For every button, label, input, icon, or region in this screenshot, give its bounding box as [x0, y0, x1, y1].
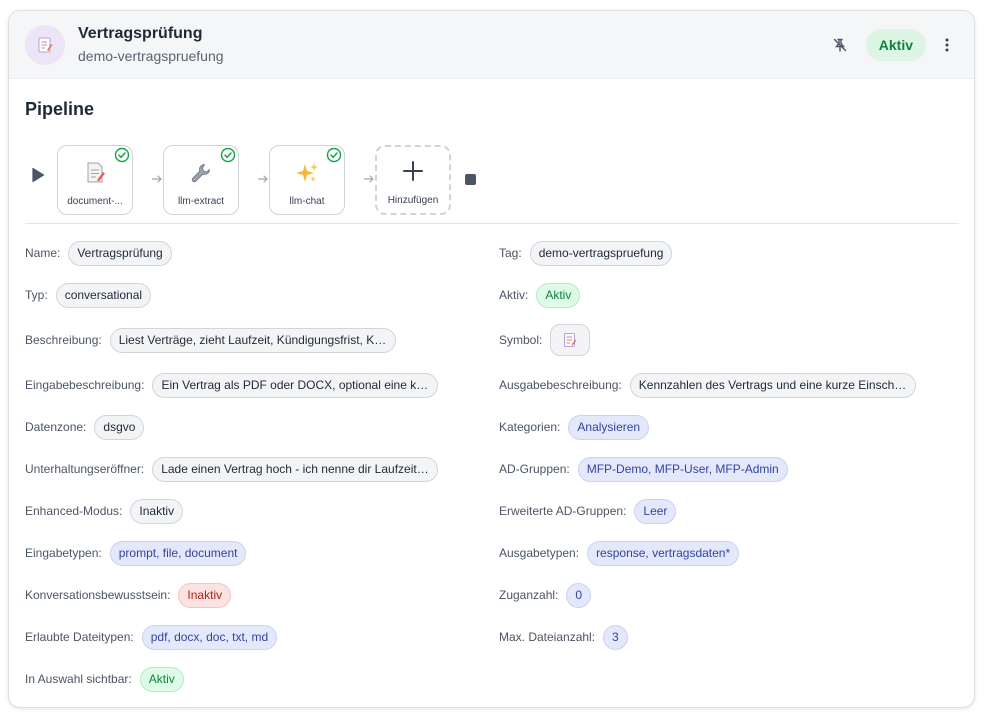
- tag-value-chip: demo-vertragspruefung: [529, 240, 673, 266]
- ausgabetypen-value-chip: response, vertragsdaten*: [587, 540, 740, 566]
- field-label: Ausgabetypen:: [499, 546, 580, 560]
- field-eingabebeschreibung: Eingabebeschreibung: Ein Vertrag als PDF…: [25, 372, 439, 398]
- card-header: Vertragsprüfung demo-vertragspruefung Ak…: [9, 11, 974, 79]
- pipeline-step-llm-chat[interactable]: llm-chat: [269, 145, 345, 215]
- field-label: Datenzone:: [25, 420, 87, 434]
- field-ad-gruppen: AD-Gruppen: MFP-Demo, MFP-User, MFP-Admi…: [499, 456, 788, 482]
- unterhaltungseroeffner-value-chip: Lade einen Vertrag hoch - ich nenne dir …: [152, 456, 439, 482]
- pin-off-icon: [833, 38, 846, 52]
- pipeline-step-document[interactable]: document-...: [57, 145, 133, 215]
- datenzone-value-chip: dsgvo: [94, 414, 145, 440]
- more-options-button[interactable]: [936, 31, 958, 59]
- document-pencil-icon: [564, 333, 577, 347]
- unpin-button[interactable]: [826, 31, 854, 59]
- erlaubte-dateitypen-value-chip: pdf, docx, doc, txt, md: [141, 624, 278, 650]
- enhanced-modus-value-chip: Inaktiv: [130, 498, 184, 524]
- field-in-auswahl-sichtbar: In Auswahl sichtbar: Aktiv: [25, 666, 184, 692]
- field-label: Eingabebeschreibung:: [25, 378, 145, 392]
- max-dateianzahl-value-chip: 3: [603, 624, 628, 650]
- plus-icon: [403, 161, 423, 181]
- field-erweiterte-ad-gruppen: Erweiterte AD-Gruppen: Leer: [499, 498, 677, 524]
- app-title: Vertragsprüfung: [78, 25, 203, 42]
- eingabetypen-value-chip: prompt, file, document: [109, 540, 247, 566]
- add-step-button[interactable]: Hinzufügen: [375, 145, 451, 215]
- field-label: Ausgabebeschreibung:: [499, 378, 622, 392]
- field-label: Typ:: [25, 288, 48, 302]
- kategorien-value-chip: Analysieren: [568, 414, 650, 440]
- typ-value-chip: conversational: [55, 282, 152, 308]
- konversationsbewusstsein-value-chip: Inaktiv: [178, 582, 232, 608]
- app-avatar: [25, 24, 65, 65]
- field-enhanced-modus: Enhanced-Modus: Inaktiv: [25, 498, 184, 524]
- play-icon: [32, 167, 45, 183]
- field-ausgabebeschreibung: Ausgabebeschreibung: Kennzahlen des Vert…: [499, 372, 916, 398]
- add-step-label: Hinzufügen: [387, 195, 439, 206]
- app-subtitle: demo-vertragspruefung: [78, 48, 224, 64]
- divider: [25, 223, 959, 224]
- field-label: Zuganzahl:: [499, 588, 559, 602]
- eingabebeschreibung-value-chip: Ein Vertrag als PDF oder DOCX, optional …: [152, 372, 439, 398]
- erweiterte-ad-gruppen-value-chip: Leer: [634, 498, 677, 524]
- arrow-right-icon: [363, 175, 374, 183]
- field-label: Kategorien:: [499, 420, 561, 434]
- app-card: Vertragsprüfung demo-vertragspruefung Ak…: [8, 10, 975, 708]
- field-label: Eingabetypen:: [25, 546, 102, 560]
- field-label: Tag:: [499, 246, 522, 260]
- field-datenzone: Datenzone: dsgvo: [25, 414, 145, 440]
- arrow-right-icon: [257, 175, 268, 183]
- field-max-dateianzahl: Max. Dateianzahl: 3: [499, 624, 628, 650]
- more-vertical-icon: [945, 38, 949, 51]
- field-label: Aktiv:: [499, 288, 529, 302]
- field-aktiv: Aktiv: Aktiv: [499, 282, 581, 308]
- field-tag: Tag: demo-vertragspruefung: [499, 240, 673, 266]
- symbol-value-chip: [550, 324, 591, 356]
- zuganzahl-value-chip: 0: [566, 582, 592, 608]
- field-label: Max. Dateianzahl:: [499, 630, 596, 644]
- ausgabebeschreibung-value-chip: Kennzahlen des Vertrags und eine kurze E…: [629, 372, 916, 398]
- field-beschreibung: Beschreibung: Liest Verträge, zieht Lauf…: [25, 327, 396, 353]
- pipeline-title: Pipeline: [25, 99, 95, 119]
- field-typ: Typ: conversational: [25, 282, 152, 308]
- in-auswahl-sichtbar-value-chip: Aktiv: [139, 666, 184, 692]
- field-label: Name:: [25, 246, 61, 260]
- beschreibung-value-chip: Liest Verträge, zieht Laufzeit, Kündigun…: [109, 327, 396, 353]
- aktiv-value-chip: Aktiv: [536, 282, 581, 308]
- pipeline-step-label: document-...: [67, 196, 123, 207]
- pipeline-step-llm-extract[interactable]: llm-extract: [163, 145, 239, 215]
- name-value-chip: Vertragsprüfung: [68, 240, 172, 266]
- field-unterhaltungseroeffner: Unterhaltungseröffner: Lade einen Vertra…: [25, 456, 439, 482]
- field-label: In Auswahl sichtbar:: [25, 672, 132, 686]
- pipeline-step-label: llm-extract: [177, 196, 225, 207]
- ad-gruppen-value-chip: MFP-Demo, MFP-User, MFP-Admin: [577, 456, 788, 482]
- status-toggle-button[interactable]: Aktiv: [865, 28, 926, 61]
- field-zuganzahl: Zuganzahl: 0: [499, 582, 592, 608]
- stop-pipeline-button[interactable]: [465, 174, 476, 185]
- field-label: Symbol:: [499, 333, 543, 347]
- wrench-icon: [191, 164, 210, 183]
- field-label: Erweiterte AD-Gruppen:: [499, 504, 627, 518]
- sparkles-icon: [296, 163, 318, 182]
- document-pencil-icon: [87, 162, 105, 183]
- field-erlaubte-dateitypen: Erlaubte Dateitypen: pdf, docx, doc, txt…: [25, 624, 278, 650]
- field-ausgabetypen: Ausgabetypen: response, vertragsdaten*: [499, 540, 740, 566]
- run-pipeline-button[interactable]: [31, 167, 45, 183]
- pipeline: document-... llm-extract llm-chat Hinzuf…: [25, 135, 960, 223]
- field-konversationsbewusstsein: Konversationsbewusstsein: Inaktiv: [25, 582, 232, 608]
- pipeline-step-label: llm-chat: [289, 196, 325, 207]
- field-name: Name: Vertragsprüfung: [25, 240, 172, 266]
- field-label: Beschreibung:: [25, 333, 102, 347]
- arrow-right-icon: [151, 175, 162, 183]
- field-symbol: Symbol:: [499, 324, 591, 356]
- field-label: Erlaubte Dateitypen:: [25, 630, 134, 644]
- field-kategorien: Kategorien: Analysieren: [499, 414, 650, 440]
- field-eingabetypen: Eingabetypen: prompt, file, document: [25, 540, 247, 566]
- field-label: AD-Gruppen:: [499, 462, 570, 476]
- field-label: Unterhaltungseröffner:: [25, 462, 145, 476]
- document-pencil-icon: [38, 37, 53, 52]
- field-label: Konversationsbewusstsein:: [25, 588, 171, 602]
- field-label: Enhanced-Modus:: [25, 504, 123, 518]
